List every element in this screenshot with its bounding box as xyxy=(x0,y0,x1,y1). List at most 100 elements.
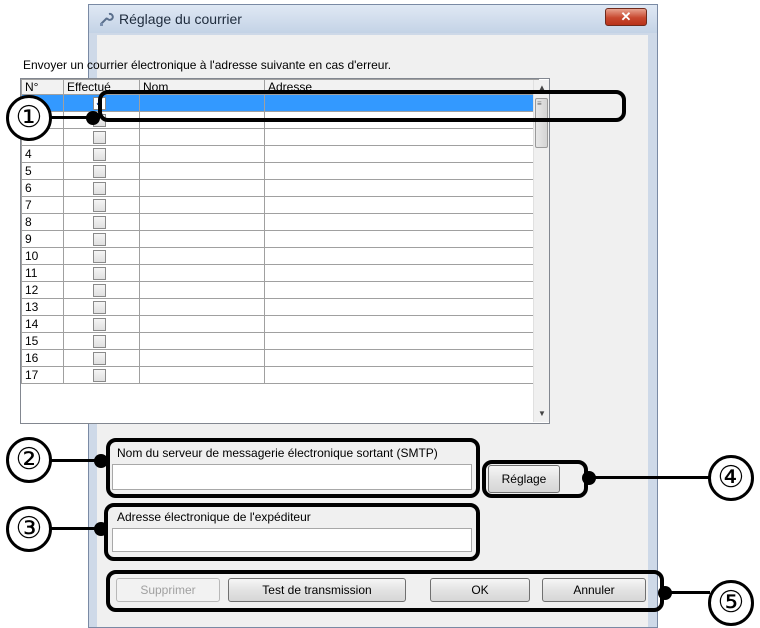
row-name[interactable] xyxy=(139,349,265,367)
row-enabled-checkbox xyxy=(63,332,140,350)
callout-dot-2 xyxy=(94,454,108,468)
checkbox[interactable] xyxy=(93,182,106,196)
wrench-icon xyxy=(100,12,114,26)
row-address[interactable] xyxy=(264,349,539,367)
row-number[interactable]: 8 xyxy=(21,213,64,231)
callout-number-3: ③ xyxy=(6,506,52,552)
callout-line-4 xyxy=(590,476,710,479)
recipient-table[interactable]: N° Effectué Nom Adresse 1✓23456789101112… xyxy=(20,78,550,424)
table-row[interactable]: 11 xyxy=(21,264,539,282)
row-enabled-checkbox xyxy=(63,281,140,299)
row-name[interactable] xyxy=(139,196,265,214)
table-row[interactable]: 6 xyxy=(21,179,539,197)
checkbox[interactable] xyxy=(93,131,106,145)
row-number[interactable]: 16 xyxy=(21,349,64,367)
row-name[interactable] xyxy=(139,128,265,146)
table-row[interactable]: 10 xyxy=(21,247,539,265)
row-address[interactable] xyxy=(264,247,539,265)
callout-dot-3 xyxy=(94,522,108,536)
checkbox[interactable] xyxy=(93,250,106,264)
row-name[interactable] xyxy=(139,264,265,282)
row-address[interactable] xyxy=(264,315,539,333)
checkbox[interactable] xyxy=(93,165,106,179)
table-row[interactable]: 9 xyxy=(21,230,539,248)
table-row[interactable]: 16 xyxy=(21,349,539,367)
callout-dot-5 xyxy=(658,586,672,600)
checkbox[interactable] xyxy=(93,335,106,349)
row-name[interactable] xyxy=(139,179,265,197)
row-number[interactable]: 5 xyxy=(21,162,64,180)
row-enabled-checkbox xyxy=(63,264,140,282)
table-row[interactable]: 14 xyxy=(21,315,539,333)
row-number[interactable]: 7 xyxy=(21,196,64,214)
row-enabled-checkbox xyxy=(63,196,140,214)
row-name[interactable] xyxy=(139,213,265,231)
table-row[interactable]: 17 xyxy=(21,366,539,384)
row-number[interactable]: 10 xyxy=(21,247,64,265)
callout-dot-4 xyxy=(582,471,596,485)
callout-box-3 xyxy=(104,503,480,561)
row-address[interactable] xyxy=(264,179,539,197)
row-number[interactable]: 12 xyxy=(21,281,64,299)
row-enabled-checkbox xyxy=(63,179,140,197)
row-enabled-checkbox xyxy=(63,298,140,316)
row-number[interactable]: 17 xyxy=(21,366,64,384)
checkbox[interactable] xyxy=(93,284,106,298)
row-number[interactable]: 15 xyxy=(21,332,64,350)
row-address[interactable] xyxy=(264,230,539,248)
scroll-down-arrow-icon[interactable]: ▼ xyxy=(534,406,549,422)
row-enabled-checkbox xyxy=(63,230,140,248)
row-number[interactable]: 6 xyxy=(21,179,64,197)
row-enabled-checkbox xyxy=(63,128,140,146)
row-number[interactable]: 4 xyxy=(21,145,64,163)
row-number[interactable]: 9 xyxy=(21,230,64,248)
row-name[interactable] xyxy=(139,162,265,180)
checkbox[interactable] xyxy=(93,233,106,247)
row-address[interactable] xyxy=(264,196,539,214)
row-address[interactable] xyxy=(264,145,539,163)
checkbox[interactable] xyxy=(93,369,106,383)
row-address[interactable] xyxy=(264,366,539,384)
checkbox[interactable] xyxy=(93,216,106,230)
row-address[interactable] xyxy=(264,281,539,299)
row-address[interactable] xyxy=(264,162,539,180)
callout-box-4 xyxy=(482,460,588,498)
table-row[interactable]: 4 xyxy=(21,145,539,163)
table-row[interactable]: 13 xyxy=(21,298,539,316)
close-button[interactable]: ✕ xyxy=(605,8,647,26)
table-row[interactable]: 7 xyxy=(21,196,539,214)
table-row[interactable]: 12 xyxy=(21,281,539,299)
table-row[interactable]: 8 xyxy=(21,213,539,231)
row-enabled-checkbox xyxy=(63,247,140,265)
row-number[interactable]: 13 xyxy=(21,298,64,316)
table-row[interactable]: 5 xyxy=(21,162,539,180)
table-scrollbar[interactable]: ▲ ≡ ▼ xyxy=(533,80,549,422)
checkbox[interactable] xyxy=(93,199,106,213)
row-name[interactable] xyxy=(139,247,265,265)
row-address[interactable] xyxy=(264,298,539,316)
checkbox[interactable] xyxy=(93,352,106,366)
checkbox[interactable] xyxy=(93,318,106,332)
checkbox[interactable] xyxy=(93,148,106,162)
row-number[interactable]: 11 xyxy=(21,264,64,282)
title-bar[interactable]: Réglage du courrier ✕ xyxy=(89,5,657,33)
row-address[interactable] xyxy=(264,264,539,282)
row-name[interactable] xyxy=(139,332,265,350)
row-address[interactable] xyxy=(264,128,539,146)
column-header-no[interactable]: N° xyxy=(21,79,64,95)
row-name[interactable] xyxy=(139,298,265,316)
row-name[interactable] xyxy=(139,145,265,163)
table-row[interactable]: 15 xyxy=(21,332,539,350)
row-address[interactable] xyxy=(264,213,539,231)
row-name[interactable] xyxy=(139,366,265,384)
row-enabled-checkbox xyxy=(63,315,140,333)
callout-number-1: ① xyxy=(6,95,52,141)
row-address[interactable] xyxy=(264,332,539,350)
table-row[interactable]: 3 xyxy=(21,128,539,146)
row-number[interactable]: 14 xyxy=(21,315,64,333)
row-name[interactable] xyxy=(139,230,265,248)
checkbox[interactable] xyxy=(93,301,106,315)
row-name[interactable] xyxy=(139,281,265,299)
row-name[interactable] xyxy=(139,315,265,333)
checkbox[interactable] xyxy=(93,267,106,281)
